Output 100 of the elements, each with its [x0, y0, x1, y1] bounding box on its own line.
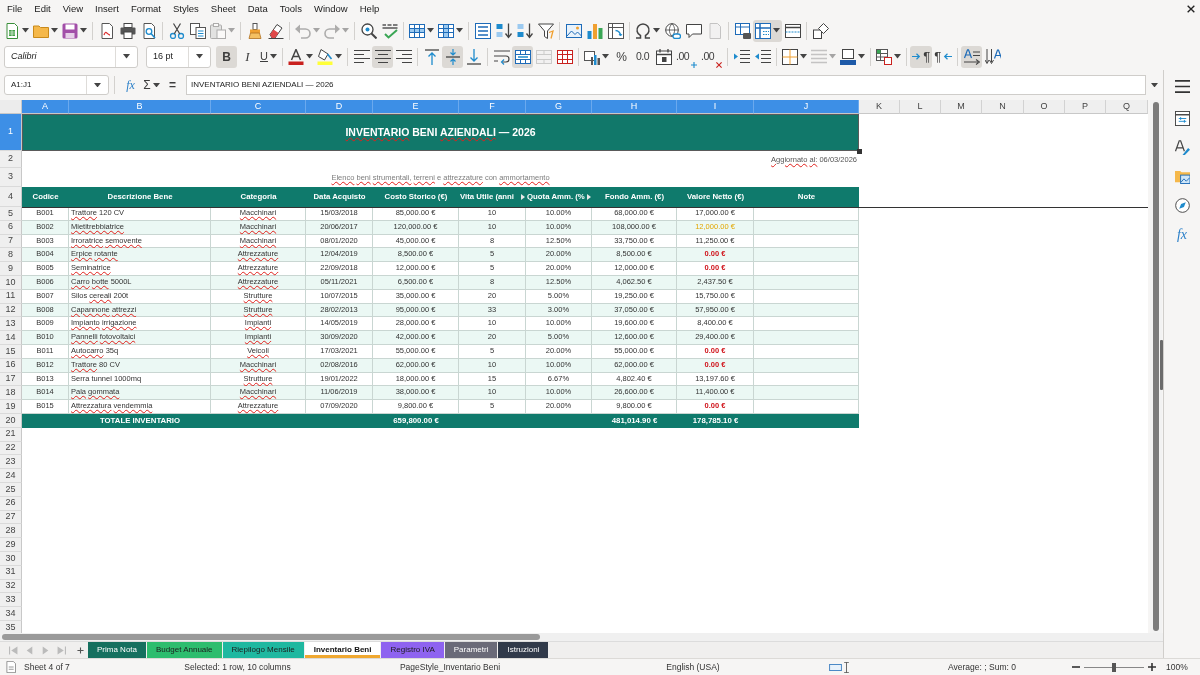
menu-item[interactable]: Tools	[273, 1, 308, 17]
sheet-tab[interactable]: Prima Nota	[88, 642, 147, 658]
column-header[interactable]: K	[859, 100, 900, 114]
plus-icon	[77, 646, 84, 654]
row-header[interactable]: 9	[0, 262, 22, 276]
fill-handle[interactable]	[857, 149, 862, 154]
split-grid-icon	[556, 48, 573, 65]
page-magnifier-icon	[140, 22, 157, 39]
sheet-tab[interactable]: Riepilogo Mensile	[222, 642, 305, 658]
table-column-icon	[438, 22, 454, 39]
underline-button[interactable]: U	[258, 45, 279, 68]
row-header[interactable]: 2	[0, 151, 22, 168]
image-folder-icon	[1174, 168, 1190, 184]
zoom-in-button[interactable]	[1148, 663, 1156, 671]
add-sheet-button[interactable]	[77, 646, 84, 654]
border-color-icon	[840, 48, 857, 65]
menu-item[interactable]: Window	[307, 1, 354, 17]
menu-item[interactable]: Data	[241, 1, 274, 17]
text-direction-horizontal-button[interactable]	[961, 45, 983, 68]
center-vertically-button[interactable]	[442, 45, 463, 68]
italic-button[interactable]: I	[237, 45, 258, 68]
row-header[interactable]: 33	[0, 593, 22, 608]
column-header[interactable]: M	[941, 100, 982, 114]
document-status-icon	[6, 661, 16, 673]
percent-format-button[interactable]: %	[611, 45, 632, 68]
arrow-left-icon	[943, 52, 953, 61]
row-header[interactable]: 14	[0, 331, 22, 345]
sheet-indicator: Sheet 4 of 7	[24, 660, 70, 674]
align-center-button[interactable]	[372, 45, 393, 68]
slider-thumb[interactable]	[1112, 662, 1116, 672]
standard-format-button[interactable]: 0.0	[632, 45, 653, 68]
formula-input-field[interactable]: INVENTARIO BENI AZIENDALI — 2026	[186, 75, 1146, 95]
row-header[interactable]: 34	[0, 607, 22, 621]
split-window-icon	[784, 22, 801, 39]
horizontal-scrollbar[interactable]	[0, 633, 1163, 641]
sheet-tab[interactable]: Inventario Beni	[304, 642, 382, 658]
spellcheck-tick-icon	[381, 22, 398, 39]
vertical-text-icon	[984, 48, 1001, 65]
menu-item[interactable]: Styles	[166, 1, 205, 17]
border-grid-icon	[782, 48, 799, 65]
functions-button[interactable]: fx	[1169, 222, 1195, 246]
row-header[interactable]: 19	[0, 400, 22, 414]
menu-item[interactable]: Format	[124, 1, 167, 17]
selection-mode-icon	[829, 663, 842, 671]
name-box-field[interactable]: A1:J1	[4, 75, 109, 95]
search-icon	[360, 22, 377, 39]
caret-icon	[228, 28, 235, 33]
caret-icon	[313, 28, 320, 33]
row-header[interactable]: 23	[0, 455, 22, 470]
sheet-tab[interactable]: Budget Annuale	[147, 642, 223, 658]
menu-item[interactable]: Help	[353, 1, 386, 17]
sort-descending-icon	[516, 22, 533, 39]
column-header[interactable]: Q	[1106, 100, 1148, 114]
menu-item[interactable]: File	[1, 1, 29, 17]
merge-and-center-button[interactable]	[512, 45, 533, 68]
close-document-button[interactable]	[1187, 5, 1195, 13]
caret-icon	[858, 54, 866, 59]
row-header[interactable]: 5	[0, 207, 22, 221]
caret-icon	[51, 28, 58, 33]
horizontal-text-icon	[963, 48, 980, 65]
row-header[interactable]: 18	[0, 386, 22, 401]
caret-icon	[306, 54, 313, 59]
row-header[interactable]: 29	[0, 538, 22, 552]
formula-button[interactable]: =	[162, 74, 183, 96]
close-icon	[1187, 5, 1195, 13]
selection-summary: Average: ; Sum: 0	[948, 660, 1016, 674]
row-header[interactable]: 13	[0, 317, 22, 332]
zoom-level[interactable]: 100%	[1166, 660, 1188, 674]
bold-button[interactable]: B	[216, 45, 237, 68]
row-header[interactable]: 24	[0, 469, 22, 483]
sum-button[interactable]: Σ	[141, 74, 162, 96]
row-header[interactable]: 28	[0, 524, 22, 539]
sheet-tab[interactable]: Parametri	[444, 642, 499, 658]
right-to-left-button[interactable]: ¶	[932, 45, 955, 68]
skip-start-icon	[8, 645, 18, 655]
sheet-tab[interactable]: Istruzioni	[498, 642, 550, 658]
column-header[interactable]: N	[982, 100, 1024, 114]
bar-chart-icon	[586, 22, 603, 39]
sheet-tab[interactable]: Registro IVA	[381, 642, 445, 658]
sidebar-grip[interactable]	[1160, 340, 1163, 390]
freeze-rows-columns-button[interactable]	[753, 19, 782, 42]
caret-icon	[94, 82, 101, 88]
font-name-field[interactable]: Calibri	[4, 45, 138, 68]
menu-item[interactable]: Edit	[28, 1, 57, 17]
delete-decimal-place-button[interactable]: .00	[699, 45, 725, 68]
row-header[interactable]: 8	[0, 248, 22, 263]
menu-item[interactable]: Insert	[89, 1, 125, 17]
column-header[interactable]: L	[900, 100, 941, 114]
caret-icon	[80, 28, 87, 33]
row-header[interactable]: 4	[0, 187, 22, 207]
row-header[interactable]: 3	[0, 168, 22, 187]
column-header[interactable]: O	[1024, 100, 1065, 114]
font-size-field[interactable]: 16 pt	[146, 45, 211, 68]
add-decimal-place-button[interactable]: .00	[674, 45, 700, 68]
menu-item[interactable]: View	[56, 1, 90, 17]
column-header[interactable]: P	[1065, 100, 1106, 114]
menu-item[interactable]: Sheet	[204, 1, 242, 17]
scrollbar-thumb[interactable]	[2, 634, 540, 640]
function-wizard-button[interactable]: fx	[120, 74, 141, 96]
left-to-right-button[interactable]: ¶	[910, 45, 933, 68]
